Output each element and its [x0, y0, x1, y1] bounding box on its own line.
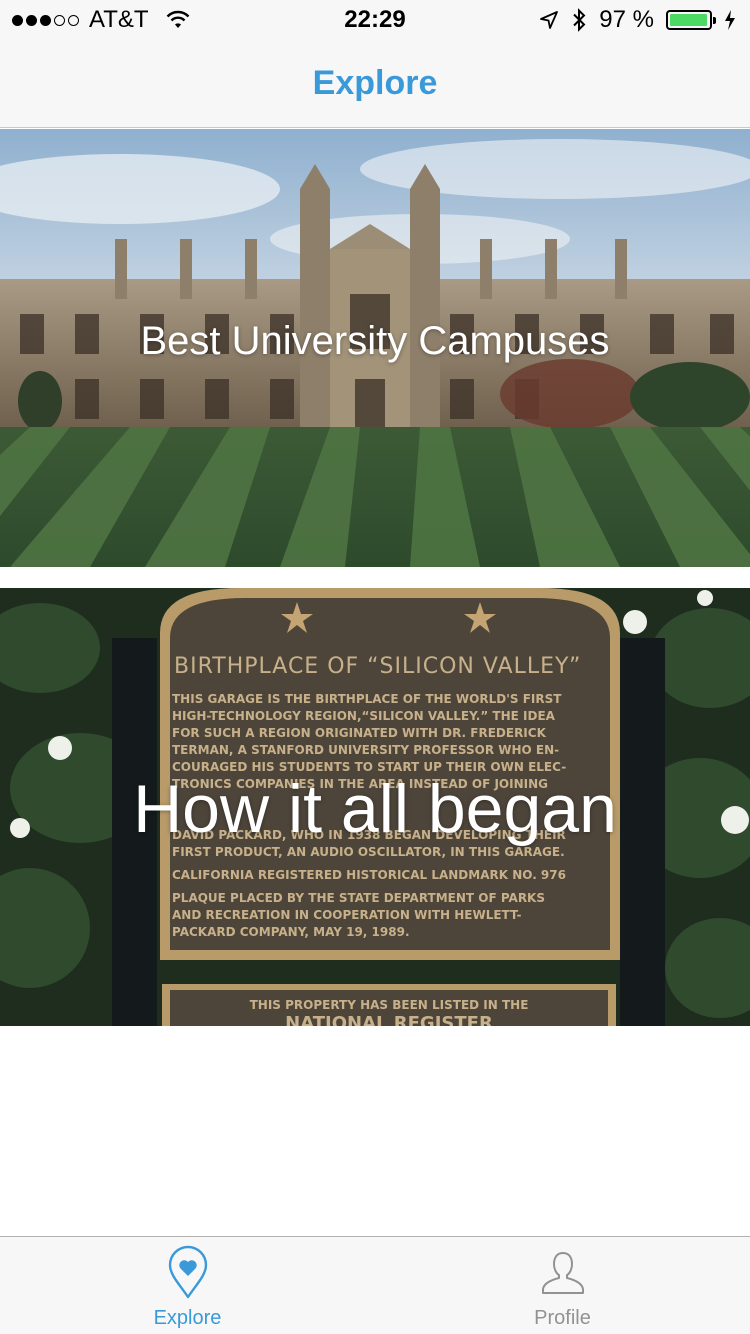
tab-explore[interactable]: Explore — [0, 1237, 375, 1334]
plaque-heading: BIRTHPLACE OF “SILICON VALLEY” — [174, 654, 582, 679]
battery-level — [670, 14, 707, 26]
tab-profile[interactable]: Profile — [375, 1237, 750, 1334]
plaque-line: PACKARD COMPANY, MAY 19, 1989. — [172, 925, 410, 939]
lower-sign-text: THIS PROPERTY HAS BEEN LISTED IN THE NAT… — [170, 998, 608, 1026]
plaque-line: THIS GARAGE IS THE BIRTHPLACE OF THE WOR… — [172, 692, 562, 706]
battery-icon — [666, 10, 716, 30]
person-icon — [541, 1252, 584, 1294]
plaque-line: PLAQUE PLACED BY THE STATE DEPARTMENT OF… — [172, 891, 546, 905]
tab-bar: Explore Profile — [0, 1236, 750, 1334]
status-bar: AT&T 22:29 97 % — [0, 0, 750, 40]
plaque-line: HIGH-TECHNOLOGY REGION,“SILICON VALLEY.”… — [172, 709, 555, 723]
battery-cap — [713, 17, 716, 24]
bluetooth-icon — [573, 8, 586, 32]
card-how-it-all-began[interactable]: BIRTHPLACE OF “SILICON VALLEY” THIS GARA… — [0, 588, 750, 1026]
nav-title: Explore — [312, 64, 438, 102]
screen: AT&T 22:29 97 % Explore Best University … — [0, 0, 750, 1334]
battery-percent: 97 % — [599, 6, 654, 33]
plaque-line: FOR SUCH A REGION ORIGINATED WITH DR. FR… — [172, 726, 546, 740]
card-title: How it all began — [133, 771, 617, 847]
lower-sign-line: NATIONAL REGISTER — [285, 1013, 493, 1027]
card-best-university-campuses[interactable]: Best University Campuses — [0, 129, 750, 567]
plaque-line: AND RECREATION IN COOPERATION WITH HEWLE… — [172, 908, 522, 922]
location-arrow-icon — [540, 11, 559, 29]
charging-icon — [725, 10, 735, 30]
status-right: 97 % — [539, 6, 736, 34]
navigation-bar: Explore — [0, 40, 750, 128]
tab-label: Profile — [534, 1307, 591, 1329]
plaque-line: TERMAN, A STANFORD UNIVERSITY PROFESSOR … — [172, 743, 560, 757]
tab-label: Explore — [153, 1307, 222, 1329]
lower-sign-line: THIS PROPERTY HAS BEEN LISTED IN THE — [249, 998, 529, 1012]
location-heart-icon — [168, 1245, 207, 1299]
plaque-line: CALIFORNIA REGISTERED HISTORICAL LANDMAR… — [172, 868, 566, 882]
card-title: Best University Campuses — [140, 318, 610, 363]
